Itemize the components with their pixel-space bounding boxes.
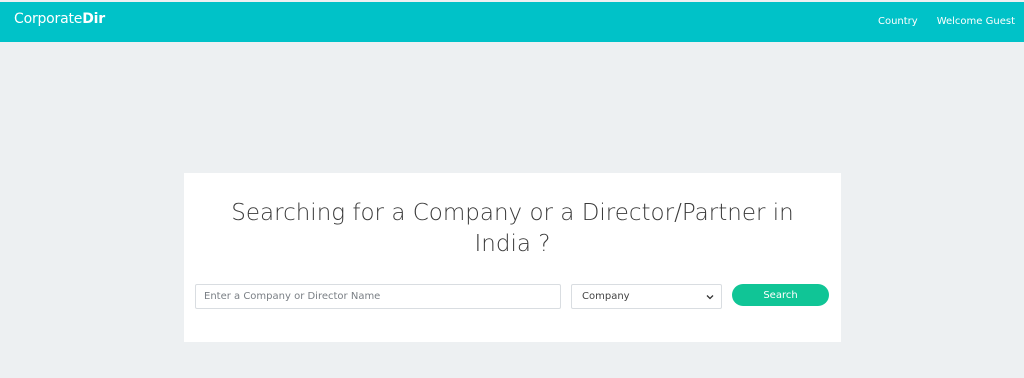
top-navbar: CorporateDir Country Welcome Guest xyxy=(0,2,1024,42)
search-card: Searching for a Company or a Director/Pa… xyxy=(184,173,841,342)
brand-name-part2: Dir xyxy=(82,11,105,27)
search-heading-line1: Searching for a Company or a Director/Pa… xyxy=(231,200,794,226)
nav-welcome-guest-link[interactable]: Welcome Guest xyxy=(937,15,1015,29)
brand-logo[interactable]: CorporateDir xyxy=(14,10,105,28)
chevron-down-icon xyxy=(706,295,714,300)
search-type-select[interactable]: Company xyxy=(571,284,722,309)
search-heading: Searching for a Company or a Director/Pa… xyxy=(184,198,841,260)
search-heading-line2: India ? xyxy=(474,231,551,257)
nav-country-link[interactable]: Country xyxy=(878,15,918,29)
nav-menu: Country Welcome Guest xyxy=(878,15,1015,29)
company-director-search-input[interactable] xyxy=(195,284,561,309)
search-type-selected-value: Company xyxy=(582,291,630,302)
brand-name-part1: Corporate xyxy=(14,11,83,27)
search-button[interactable]: Search xyxy=(732,284,829,306)
